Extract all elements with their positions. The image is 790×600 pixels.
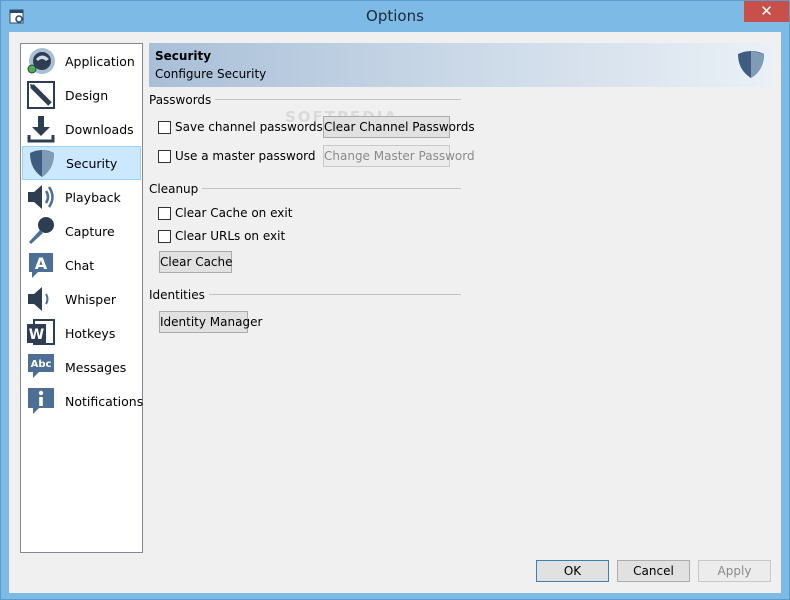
- sidebar-item-label: Design: [65, 87, 109, 103]
- sidebar-item-notifications[interactable]: Notifications: [22, 384, 144, 418]
- sidebar-item-label: Notifications: [65, 393, 144, 409]
- teamspeak-logo-icon: [27, 48, 55, 74]
- close-button[interactable]: ✕: [744, 1, 789, 22]
- save-channel-passwords-option[interactable]: Save channel passwords: [158, 120, 323, 134]
- page-title: Security: [155, 49, 212, 63]
- sidebar-item-label: Whisper: [65, 291, 117, 307]
- sidebar-item-label: Security: [66, 155, 118, 171]
- sidebar-item-design[interactable]: Design: [22, 78, 141, 112]
- sidebar-item-security[interactable]: Security: [22, 146, 141, 180]
- sidebar-item-downloads[interactable]: Downloads: [22, 112, 141, 146]
- sidebar-item-label: Capture: [65, 223, 115, 239]
- microphone-icon: [29, 217, 54, 244]
- whisper-icon: [28, 287, 49, 311]
- download-icon: [27, 116, 55, 143]
- sidebar-item-hotkeys[interactable]: W Hotkeys: [22, 316, 141, 350]
- master-password-checkbox[interactable]: [158, 149, 171, 163]
- info-icon: [28, 388, 54, 414]
- clear-cache-on-exit-checkbox[interactable]: [158, 206, 171, 220]
- clear-cache-button[interactable]: Clear Cache: [159, 251, 233, 273]
- chat-icon: A: [29, 253, 53, 278]
- pen-icon: [27, 81, 55, 109]
- sidebar-item-label: Playback: [65, 189, 121, 205]
- options-window: Options ✕ Application Design Downloads S…: [0, 0, 790, 600]
- change-master-password-button[interactable]: Change Master Password: [323, 145, 475, 167]
- sidebar-item-label: Application: [65, 53, 135, 69]
- identities-group-label: Identities: [149, 288, 209, 302]
- page-header: Security Configure Security: [149, 43, 773, 87]
- title-bar: Options ✕: [1, 1, 789, 32]
- sidebar-item-label: Hotkeys: [65, 325, 116, 341]
- sidebar-item-application[interactable]: Application: [22, 44, 141, 78]
- identity-manager-button[interactable]: Identity Manager: [159, 311, 262, 333]
- sidebar-item-capture[interactable]: Capture: [22, 214, 141, 248]
- shield-icon: [738, 51, 764, 78]
- passwords-group-label: Passwords: [149, 93, 216, 107]
- clear-urls-on-exit-checkbox[interactable]: [158, 229, 171, 243]
- hotkeys-icon: W: [27, 319, 55, 345]
- cancel-button[interactable]: Cancel: [617, 560, 690, 582]
- save-channel-passwords-checkbox[interactable]: [158, 120, 171, 134]
- apply-button[interactable]: Apply: [698, 560, 771, 582]
- master-password-label: Use a master password: [175, 149, 316, 163]
- messages-icon: Abc: [28, 354, 54, 378]
- sidebar-item-label: Downloads: [65, 121, 134, 137]
- master-password-option[interactable]: Use a master password: [158, 149, 316, 163]
- dialog-body: Application Design Downloads Security Pl…: [9, 32, 781, 593]
- svg-text:W: W: [29, 327, 44, 343]
- save-channel-passwords-label: Save channel passwords: [175, 120, 323, 134]
- sidebar-item-label: Chat: [65, 257, 95, 273]
- clear-channel-passwords-button[interactable]: Clear Channel Passwords: [323, 116, 475, 138]
- cleanup-group-label: Cleanup: [149, 182, 203, 196]
- shield-icon: [30, 150, 54, 177]
- window-title: Options: [366, 7, 424, 25]
- clear-urls-on-exit-option[interactable]: Clear URLs on exit: [158, 229, 285, 243]
- sidebar-item-messages[interactable]: Abc Messages: [22, 350, 141, 384]
- clear-cache-on-exit-option[interactable]: Clear Cache on exit: [158, 206, 292, 220]
- clear-cache-on-exit-label: Clear Cache on exit: [175, 206, 293, 220]
- page-subtitle: Configure Security: [155, 67, 267, 81]
- sidebar-item-playback[interactable]: Playback: [22, 180, 141, 214]
- sidebar-item-chat[interactable]: A Chat: [22, 248, 141, 282]
- speaker-icon: [28, 185, 54, 209]
- sidebar-item-label: Messages: [65, 359, 127, 375]
- ok-button[interactable]: OK: [536, 560, 609, 582]
- clear-urls-on-exit-label: Clear URLs on exit: [175, 229, 286, 243]
- svg-text:Abc: Abc: [31, 359, 52, 370]
- sidebar-item-whisper[interactable]: Whisper: [22, 282, 141, 316]
- options-sidebar: Application Design Downloads Security Pl…: [20, 43, 143, 553]
- svg-text:A: A: [35, 254, 48, 273]
